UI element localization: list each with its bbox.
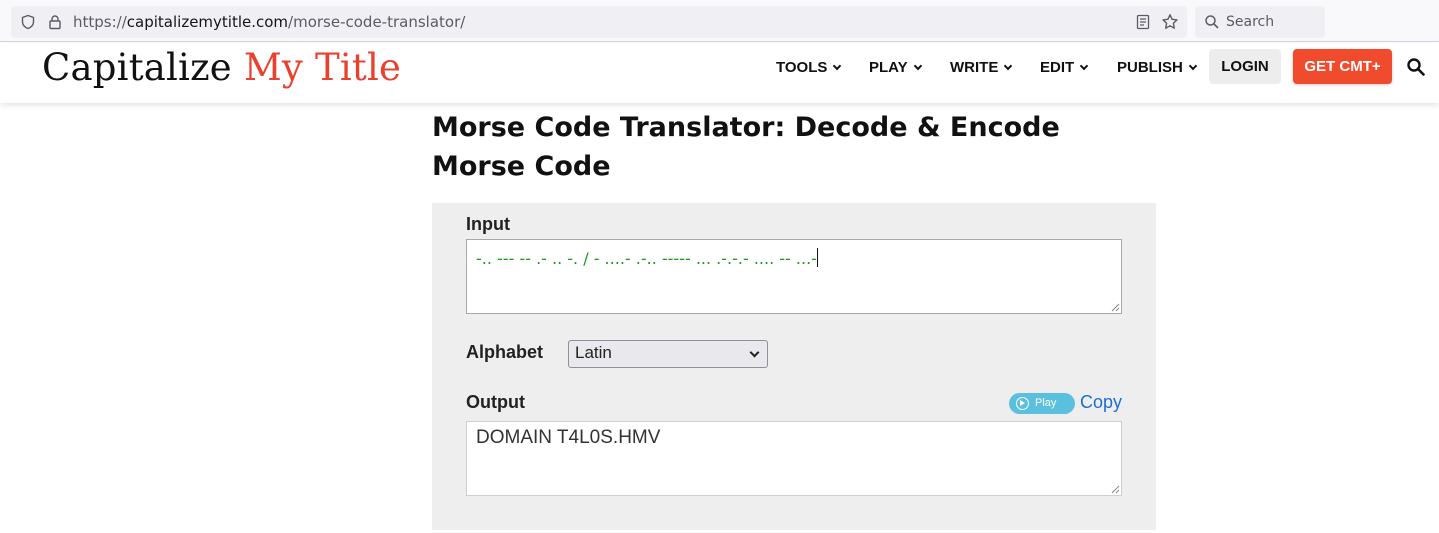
site-logo[interactable]: Capitalize My Title (42, 46, 401, 89)
search-placeholder: Search (1226, 14, 1275, 30)
chevron-down-icon (913, 61, 922, 71)
nav-label: WRITE (950, 59, 999, 76)
login-button[interactable]: LOGIN (1209, 49, 1281, 84)
search-icon (1205, 15, 1219, 29)
browser-search-box[interactable]: Search (1195, 6, 1325, 38)
chevron-down-icon (1004, 61, 1013, 71)
url-path: /morse-code-translator/ (288, 13, 466, 31)
nav-label: EDIT (1040, 59, 1075, 76)
nav-tools[interactable]: TOOLS (776, 59, 842, 76)
nav-play[interactable]: PLAY (869, 59, 922, 76)
morse-input-textarea[interactable]: -.. --- -- .- .. -. / - ....- .-.. -----… (466, 239, 1122, 314)
logo-accent: My Title (243, 46, 402, 89)
nav-publish[interactable]: PUBLISH (1117, 59, 1198, 76)
url-scheme: https:// (73, 13, 127, 31)
output-textarea[interactable]: DOMAIN T4L0S.HMV (466, 421, 1122, 496)
chevron-down-icon (749, 347, 760, 358)
chevron-down-icon (833, 61, 842, 71)
address-bar[interactable]: https://capitalizemytitle.com/morse-code… (11, 6, 1187, 38)
chevron-down-icon (1188, 61, 1198, 71)
output-label: Output (466, 392, 525, 412)
resize-grip-icon[interactable] (1110, 484, 1120, 494)
lock-icon[interactable] (47, 14, 63, 30)
input-text: -.. --- -- .- .. -. / - ....- .-.. -----… (476, 249, 817, 268)
play-button[interactable]: Play (1009, 393, 1075, 414)
resize-grip-icon[interactable] (1110, 302, 1120, 312)
input-label: Input (466, 214, 510, 234)
play-label: Play (1035, 397, 1057, 409)
site-search-icon[interactable] (1406, 57, 1426, 77)
url-host: capitalizemytitle.com (126, 13, 289, 31)
nav-edit[interactable]: EDIT (1040, 59, 1089, 76)
alphabet-select[interactable]: Latin (568, 340, 768, 368)
translator-panel: Input -.. --- -- .- .. -. / - ....- .-..… (432, 203, 1156, 530)
logo-main: Capitalize (42, 46, 232, 89)
site-header: Capitalize My Title TOOLS PLAY WRITE EDI… (0, 43, 1439, 103)
text-caret (816, 248, 818, 267)
reader-view-icon[interactable] (1135, 14, 1151, 30)
get-cmt-plus-button[interactable]: GET CMT+ (1293, 49, 1392, 84)
browser-toolbar: https://capitalizemytitle.com/morse-code… (0, 0, 1439, 42)
play-icon (1020, 400, 1025, 406)
copy-link[interactable]: Copy (1080, 392, 1122, 413)
url-text[interactable]: https://capitalizemytitle.com/morse-code… (73, 13, 465, 31)
alphabet-selected: Latin (575, 343, 612, 362)
output-value: DOMAIN T4L0S.HMV (476, 427, 661, 448)
nav-label: PLAY (869, 59, 908, 76)
input-value: -.. --- -- .- .. -. / - ....- .-.. -----… (476, 248, 818, 268)
alphabet-label: Alphabet (466, 342, 544, 362)
shield-icon[interactable] (20, 14, 36, 30)
chevron-down-icon (1079, 61, 1089, 71)
nav-label: PUBLISH (1117, 59, 1183, 76)
nav-label: TOOLS (776, 59, 828, 76)
page-title: Morse Code Translator: Decode & Encode M… (432, 112, 1060, 182)
nav-write[interactable]: WRITE (950, 59, 1013, 76)
bookmark-star-icon[interactable] (1161, 13, 1179, 31)
